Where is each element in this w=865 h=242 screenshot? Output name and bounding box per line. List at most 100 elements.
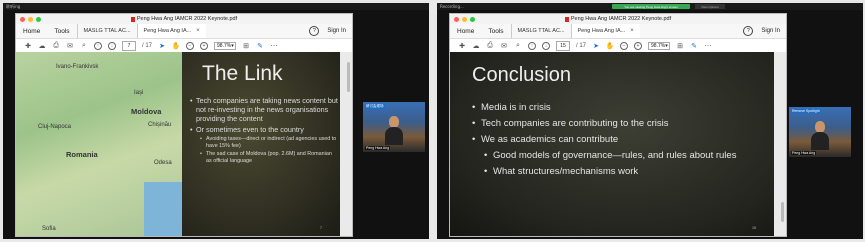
minimize-window-button[interactable] (462, 17, 467, 22)
avatar-body (385, 127, 403, 145)
map-image: Ivano-Frankivsk Iași Moldova Chișinău Cl… (16, 52, 184, 236)
pdf-file-icon (564, 16, 569, 22)
page-number-input[interactable]: 15 (556, 40, 570, 51)
chevron-down-icon: ▾ (665, 42, 668, 49)
select-cursor-icon[interactable]: ➤ (158, 42, 166, 50)
participant-name: Peng Hwa Ang (791, 151, 817, 155)
slide-title: The Link (202, 62, 283, 85)
zoom-value: 98.7% (217, 42, 232, 49)
title-bar: Peng Hwa Ang IAMCR 2022 Keynote.pdf (450, 14, 786, 24)
search-icon[interactable]: ⌕ (514, 42, 522, 50)
page-fit-icon[interactable]: ⊞ (242, 42, 250, 50)
tab-document-2[interactable]: Peng Hwa Ang IA... × (570, 24, 640, 38)
help-icon[interactable]: ? (743, 26, 754, 36)
zoom-select[interactable]: 98.7% ▾ (648, 41, 671, 50)
create-pdf-icon[interactable]: ✚ (458, 42, 466, 50)
pdf-file-icon (130, 16, 135, 22)
select-cursor-icon[interactable]: ➤ (592, 42, 600, 50)
page-down-icon[interactable]: ↓ (542, 41, 550, 50)
participant-video[interactable]: Remove Spotlight Peng Hwa Ang (789, 107, 851, 157)
close-tab-icon[interactable]: × (196, 28, 200, 34)
document-viewport[interactable]: Conclusion • Media is in crisis • Tech com… (450, 52, 786, 236)
window-title: Peng Hwa Ang IAMCR 2022 Keynote.pdf (564, 16, 671, 22)
sub-bullet-item: • What structures/mechanisms work (484, 166, 639, 177)
tab-document-1[interactable]: MASLG TTAL AC... (76, 24, 137, 38)
map-label-city: Odesa (154, 160, 172, 166)
maximize-window-button[interactable] (470, 17, 475, 22)
vertical-scrollbar[interactable] (347, 62, 350, 92)
slide-bullets: • Tech companies are taking news content … (190, 96, 338, 166)
upload-icon[interactable]: ☁ (38, 42, 46, 50)
menu-home[interactable]: Home (16, 24, 47, 38)
window-title: Peng Hwa Ang IAMCR 2022 Keynote.pdf (130, 16, 237, 22)
sub-bullet-item: • Good models of governance—rules, and ru… (484, 150, 737, 161)
more-options-icon[interactable]: ⋯ (704, 42, 712, 50)
slide-page: Ivano-Frankivsk Iași Moldova Chișinău Cl… (16, 52, 340, 236)
maximize-window-button[interactable] (36, 17, 41, 22)
edit-pdf-icon[interactable]: ✎ (256, 42, 264, 50)
participant-video[interactable]: 研讨会现场 Peng Hwa Ang (363, 102, 425, 152)
help-icon[interactable]: ? (309, 26, 320, 36)
sign-in-button[interactable]: Sign In (327, 28, 346, 34)
title-bar: Peng Hwa Ang IAMCR 2022 Keynote.pdf (16, 14, 352, 24)
page-down-icon[interactable]: ↓ (108, 41, 116, 50)
menu-tools[interactable]: Tools (481, 24, 510, 38)
hand-tool-icon[interactable]: ✋ (606, 42, 615, 50)
toolbar: ✚ ☁ ⎙ ✉ ⌕ ↑ ↓ 7 / 17 ➤ ✋ − + 98.7% ▾ ⊞ ✎ … (16, 39, 352, 53)
minimize-window-button[interactable] (28, 17, 33, 22)
screen-share-banner[interactable]: You are viewing Peng Hwa Ang's screen (612, 4, 690, 9)
sign-in-button[interactable]: Sign In (761, 28, 780, 34)
zoom-select[interactable]: 98.7% ▾ (214, 41, 237, 50)
close-tab-icon[interactable]: × (630, 28, 634, 34)
black-sea (144, 182, 184, 236)
tab-document-1[interactable]: MASLG TTAL AC... (510, 24, 571, 38)
zoom-window-left: 聆听ing Peng Hwa Ang IAMCR 2022 Keynote.pd… (3, 3, 429, 239)
avatar-body (811, 132, 829, 150)
document-viewport[interactable]: Ivano-Frankivsk Iași Moldova Chișinău Cl… (16, 52, 352, 236)
close-window-button[interactable] (454, 17, 459, 22)
more-options-icon[interactable]: ⋯ (270, 42, 278, 50)
bullet-item: • Media is in crisis (472, 102, 551, 113)
page-up-icon[interactable]: ↑ (528, 41, 536, 50)
page-number-input[interactable]: 7 (122, 40, 136, 51)
bullet-item: • We as academics can contribute (472, 134, 619, 145)
menu-home[interactable]: Home (450, 24, 481, 38)
view-options-button[interactable]: View Options (695, 4, 725, 9)
edit-pdf-icon[interactable]: ✎ (690, 42, 698, 50)
bullet-item: • Tech companies are taking news content … (190, 96, 338, 123)
page-fit-icon[interactable]: ⊞ (676, 42, 684, 50)
map-label-city: Sofia (42, 226, 56, 232)
window-controls (454, 17, 475, 22)
map-label-city: Cluj-Napoca (38, 124, 72, 130)
create-pdf-icon[interactable]: ✚ (24, 42, 32, 50)
vertical-scrollbar[interactable] (781, 202, 784, 222)
menu-bar: Home Tools MASLG TTAL AC... Peng Hwa Ang… (450, 24, 786, 39)
upload-icon[interactable]: ☁ (472, 42, 480, 50)
zoom-top-bar: Recording... You are viewing Peng Hwa An… (437, 3, 863, 10)
mail-icon[interactable]: ✉ (500, 42, 508, 50)
tab-label: Peng Hwa Ang IA... (577, 28, 626, 34)
menu-bar: Home Tools MASLG TTAL AC... Peng Hwa Ang… (16, 24, 352, 39)
slide-page-number: 15 (752, 226, 756, 230)
zoom-in-icon[interactable]: + (634, 41, 643, 50)
tab-document-2[interactable]: Peng Hwa Ang IA... × (136, 24, 206, 38)
zoom-value: 98.7% (651, 42, 666, 49)
page-up-icon[interactable]: ↑ (94, 41, 102, 50)
sub-bullet-item: • The sad case of Moldova (pop. 2.6M) and… (200, 151, 332, 164)
hand-tool-icon[interactable]: ✋ (172, 42, 181, 50)
search-icon[interactable]: ⌕ (80, 42, 88, 50)
map-label-city: Iași (134, 90, 144, 96)
zoom-window-right: Recording... You are viewing Peng Hwa An… (437, 3, 863, 239)
mail-icon[interactable]: ✉ (66, 42, 74, 50)
tab-label: MASLG TTAL AC... (83, 28, 131, 34)
toolbar: ✚ ☁ ⎙ ✉ ⌕ ↑ ↓ 15 / 17 ➤ ✋ − + 98.7% ▾ ⊞ ✎… (450, 39, 786, 53)
zoom-out-icon[interactable]: − (620, 41, 629, 50)
remove-spotlight-button[interactable]: Remove Spotlight (791, 109, 821, 113)
menu-tools[interactable]: Tools (47, 24, 76, 38)
close-window-button[interactable] (20, 17, 25, 22)
sub-bullet-item: • Avoiding taxes—direct or indirect (ad a… (200, 136, 337, 149)
zoom-in-icon[interactable]: + (200, 41, 209, 50)
zoom-out-icon[interactable]: − (186, 41, 195, 50)
print-icon[interactable]: ⎙ (52, 42, 60, 50)
print-icon[interactable]: ⎙ (486, 42, 494, 50)
